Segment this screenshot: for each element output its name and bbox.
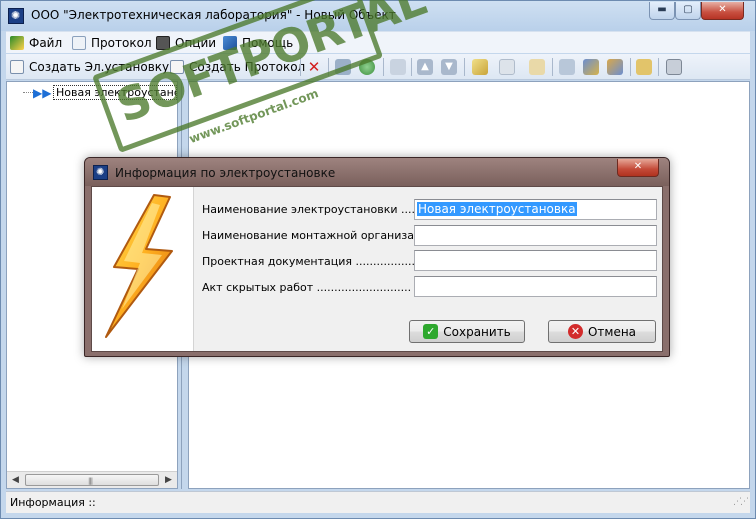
organization-name-label: Наименование монтажной организации . — [202, 229, 443, 242]
app-logo-icon — [8, 8, 24, 24]
project-docs-input[interactable] — [414, 250, 657, 271]
pen-icon[interactable] — [390, 59, 406, 75]
status-bar: Информация :: ⋰⋰ — [6, 491, 750, 513]
maximize-button[interactable]: ▢ — [675, 2, 701, 20]
resize-grip-icon[interactable]: ⋰⋰ — [733, 497, 749, 507]
scroll-thumb[interactable]: ||| — [25, 474, 159, 486]
menu-file-label: Файл — [29, 36, 63, 50]
create-installation-button[interactable]: Создать Эл.установку — [10, 58, 169, 76]
scroll-right-icon[interactable]: ▶ — [160, 472, 177, 488]
create-protocol-label: Создать Протокол — [189, 60, 306, 74]
organization-name-input[interactable] — [414, 225, 657, 246]
menu-options[interactable]: Опции — [156, 34, 216, 52]
window-icon[interactable] — [499, 59, 515, 75]
scroll-grip-icon: ||| — [88, 477, 93, 485]
create-installation-label: Создать Эл.установку — [29, 60, 170, 74]
archive-icon[interactable] — [636, 59, 652, 75]
tree-node-installation[interactable]: ▶▶ Новая электроустановк — [33, 84, 177, 101]
file-icon — [10, 36, 24, 50]
help-icon — [223, 36, 237, 50]
toolbar-separator — [383, 58, 384, 76]
toolbar-separator — [552, 58, 553, 76]
save-button[interactable]: ✓ Сохранить — [409, 320, 525, 343]
cancel-label: Отмена — [587, 324, 637, 339]
users-icon[interactable] — [607, 59, 623, 75]
edit-icon[interactable] — [335, 59, 351, 75]
menu-help[interactable]: Помощь — [223, 34, 293, 52]
shield-icon[interactable] — [583, 59, 599, 75]
checkmark-icon: ✓ — [423, 324, 439, 339]
create-protocol-button[interactable]: Создать Протокол — [170, 58, 305, 76]
hidden-works-act-label: Акт скрытых работ ......................… — [202, 281, 412, 294]
lightning-image — [92, 187, 194, 351]
status-text: Информация :: — [10, 496, 96, 509]
dialog-title: Информация по электроустановке — [115, 166, 336, 180]
toolbar-separator — [464, 58, 465, 76]
title-bar[interactable]: ООО "Электротехническая лаборатория" - Н… — [1, 1, 755, 31]
tree-node-label: Новая электроустановк — [53, 85, 177, 100]
toolbar: Создать Эл.установку Создать Протокол ✕ … — [6, 54, 750, 80]
arrow-up-icon[interactable]: ▲ — [417, 59, 433, 75]
delete-icon[interactable]: ✕ — [306, 59, 322, 75]
menu-bar: Файл Протокол Опции Помощь — [6, 31, 750, 53]
export-icon[interactable] — [559, 59, 575, 75]
dialog-close-button[interactable]: ✕ — [617, 159, 659, 177]
toolbar-separator — [630, 58, 631, 76]
arrow-down-icon[interactable]: ▼ — [441, 59, 457, 75]
installation-name-label: Наименование электроустановки ........ — [202, 203, 429, 216]
toolbar-separator — [328, 58, 329, 76]
menu-options-label: Опции — [175, 36, 217, 50]
toolbar-separator — [658, 58, 659, 76]
hidden-works-act-input[interactable] — [414, 276, 657, 297]
menu-protocol-label: Протокол — [91, 36, 152, 50]
scroll-left-icon[interactable]: ◀ — [7, 472, 24, 488]
camera-icon — [156, 36, 170, 50]
document-icon — [72, 36, 86, 50]
new-installation-icon — [10, 60, 24, 74]
table-icon[interactable] — [666, 59, 682, 75]
menu-help-label: Помощь — [242, 36, 294, 50]
window-title: ООО "Электротехническая лаборатория" - Н… — [31, 8, 396, 22]
toolbar-separator — [300, 58, 301, 76]
installation-info-dialog: Информация по электроустановке ✕ Наимено… — [84, 157, 670, 357]
save-label: Сохранить — [443, 324, 511, 339]
toolbar-separator — [411, 58, 412, 76]
menu-protocol[interactable]: Протокол — [72, 34, 152, 52]
cancel-icon: ✕ — [567, 324, 583, 339]
dialog-title-bar[interactable]: Информация по электроустановке ✕ — [85, 158, 669, 186]
double-arrow-icon: ▶▶ — [33, 85, 52, 100]
menu-file[interactable]: Файл — [10, 34, 62, 52]
dialog-app-icon — [93, 165, 108, 180]
new-protocol-icon — [170, 60, 184, 74]
minimize-button[interactable]: ▬ — [649, 2, 675, 20]
project-docs-label: Проектная документация .................… — [202, 255, 419, 268]
cancel-button[interactable]: ✕ Отмена — [548, 320, 656, 343]
installation-name-input[interactable]: Новая электроустановка — [414, 199, 657, 220]
wand-icon[interactable] — [472, 59, 488, 75]
close-button[interactable]: ✕ — [701, 2, 744, 20]
lightning-bolt-icon — [105, 194, 173, 338]
horizontal-scrollbar[interactable]: ◀ ||| ▶ — [7, 471, 177, 488]
refresh-icon[interactable] — [359, 59, 375, 75]
installation-name-value: Новая электроустановка — [417, 202, 577, 216]
folder-icon[interactable] — [529, 59, 545, 75]
